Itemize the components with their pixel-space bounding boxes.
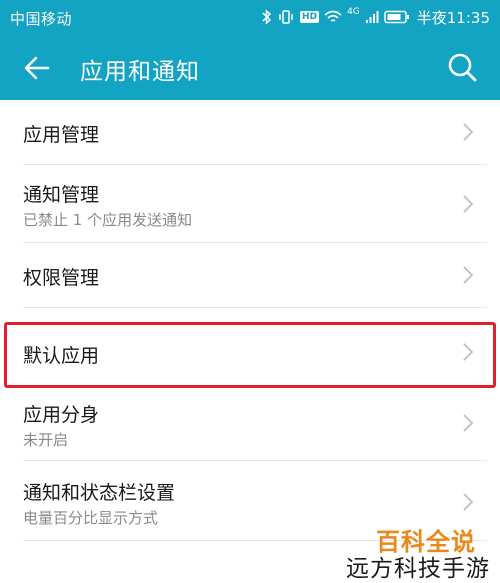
bluetooth-icon xyxy=(262,9,272,25)
list-item-label: 通知和状态栏设置 xyxy=(23,482,176,504)
list-item-label: 通知管理 xyxy=(23,184,100,206)
list-item-subtitle: 未开启 xyxy=(23,431,69,449)
battery-icon xyxy=(384,10,410,24)
search-icon xyxy=(448,53,477,82)
list-item-permission-management[interactable]: 权限管理 xyxy=(0,243,500,307)
list-item-label: 应用管理 xyxy=(23,124,100,146)
status-icons: HD 4G 半夜11:35 xyxy=(262,6,490,28)
chevron-right-icon xyxy=(463,493,474,511)
signal-icon xyxy=(365,10,379,24)
toolbar: 应用和通知 xyxy=(0,34,500,100)
chevron-right-icon xyxy=(463,414,474,432)
chevron-right-icon xyxy=(463,266,474,284)
watermark-bottom: 远方科技手游 xyxy=(346,556,490,582)
list-item-label: 权限管理 xyxy=(23,267,100,289)
list-item-notification-management[interactable]: 通知管理 已禁止 1 个应用发送通知 xyxy=(0,165,500,242)
divider xyxy=(23,307,487,308)
list-item-subtitle: 电量百分比显示方式 xyxy=(23,509,159,527)
chevron-right-icon xyxy=(463,123,474,141)
status-time: 半夜11:35 xyxy=(416,8,490,27)
arrow-left-icon xyxy=(24,56,50,80)
vibrate-icon xyxy=(277,9,295,25)
list-item-subtitle: 已禁止 1 个应用发送通知 xyxy=(23,211,193,229)
hd-badge: HD xyxy=(300,11,320,23)
list-item-app-twin[interactable]: 应用分身 未开启 xyxy=(0,389,500,457)
chevron-right-icon xyxy=(463,195,474,213)
list-item-app-management[interactable]: 应用管理 xyxy=(0,100,500,164)
app-header: 中国移动 HD 4G 半夜11:35 应用和通知 xyxy=(0,0,500,100)
page-title: 应用和通知 xyxy=(80,59,200,85)
network-type-badge: 4G xyxy=(347,7,360,17)
search-button[interactable] xyxy=(446,51,478,83)
carrier-name: 中国移动 xyxy=(10,10,73,28)
chevron-right-icon xyxy=(463,343,474,361)
wifi-icon xyxy=(324,10,342,24)
back-button[interactable] xyxy=(22,53,52,83)
list-item-label: 默认应用 xyxy=(23,345,100,367)
list-item-label: 应用分身 xyxy=(23,404,100,426)
status-bar: 中国移动 HD 4G 半夜11:35 xyxy=(0,0,500,34)
list-item-default-apps[interactable]: 默认应用 xyxy=(0,324,500,386)
